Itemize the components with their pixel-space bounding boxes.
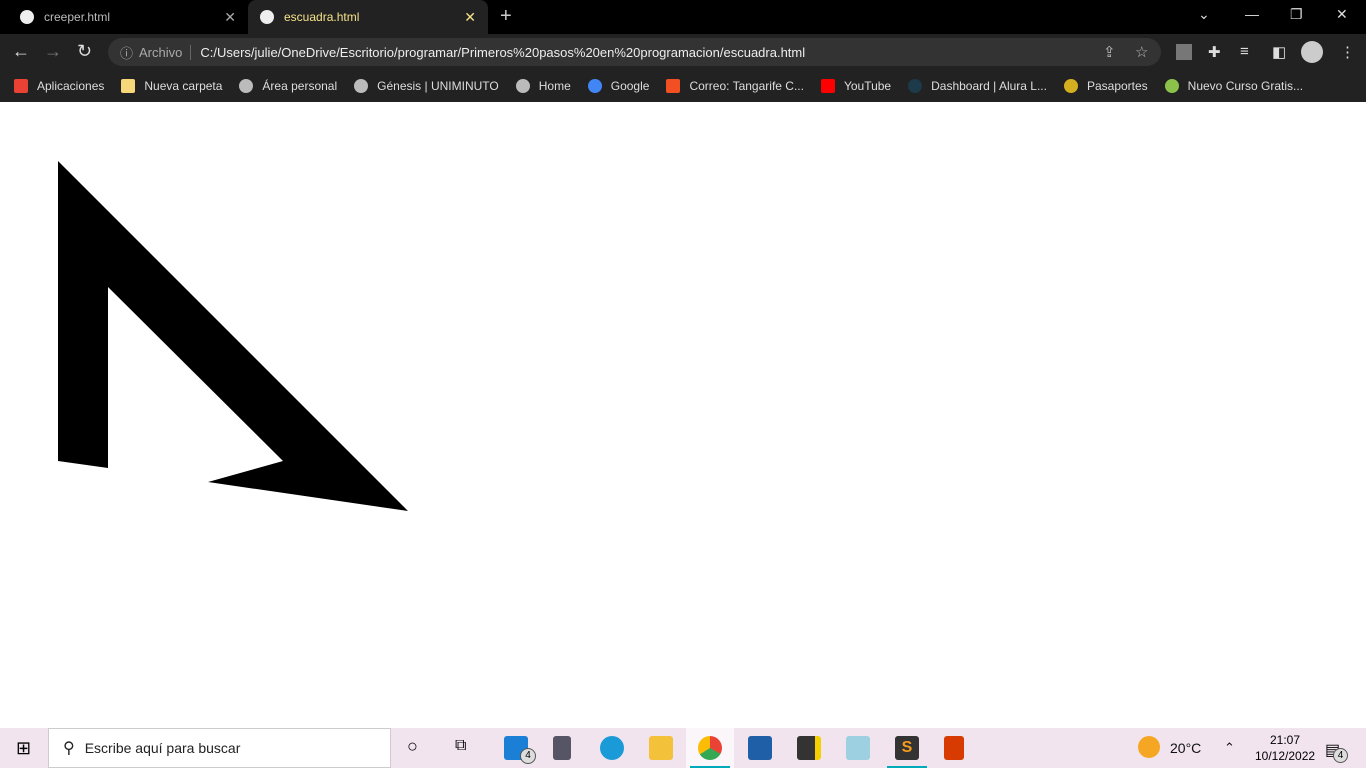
minimize-button[interactable]: — <box>1245 6 1259 22</box>
media-control-icon[interactable]: ≡ <box>1240 43 1249 60</box>
bookmark-item[interactable]: Dashboard | Alura L... <box>908 79 1047 93</box>
globe-icon <box>239 79 254 93</box>
search-placeholder: Escribe aquí para buscar <box>84 740 241 756</box>
bookmark-item[interactable]: Nueva carpeta <box>121 79 222 93</box>
set-square-shape <box>58 161 408 511</box>
notification-badge: 4 <box>1333 748 1348 763</box>
bookmark-label: Correo: Tangarife C... <box>689 79 804 93</box>
tab-title: escuadra.html <box>284 10 360 24</box>
bookmarks-bar: Aplicaciones Nueva carpeta Área personal Gé… <box>0 70 1366 102</box>
bookmark-label: Nuevo Curso Gratis... <box>1187 79 1304 93</box>
google-icon <box>587 79 602 93</box>
tab-strip: creeper.html ✕ escuadra.html ✕ + ⌄ — ❐ ✕ <box>0 0 1366 34</box>
file-explorer-icon[interactable] <box>649 736 673 760</box>
bookmark-label: Génesis | UNIMINUTO <box>377 79 499 93</box>
time: 21:07 <box>1269 733 1301 747</box>
task-view-icon[interactable]: ⧉ <box>455 737 466 755</box>
close-tab-icon[interactable]: ✕ <box>464 9 476 26</box>
bookmark-label: Nueva carpeta <box>144 79 223 93</box>
extension-icon[interactable] <box>1176 44 1192 60</box>
url-text[interactable]: C:/Users/julie/OneDrive/Escritorio/progr… <box>200 45 805 60</box>
mail-badge: 4 <box>520 748 536 764</box>
windows-start-icon[interactable]: ⊞ <box>16 738 31 759</box>
youtube-icon <box>820 79 835 93</box>
show-hidden-icons-chevron[interactable]: ⌃ <box>1224 728 1235 768</box>
address-bar[interactable]: ⓘ Archivo C:/Users/julie/OneDrive/Escrit… <box>108 38 1161 66</box>
tab-search-icon[interactable]: ⌄ <box>1198 6 1210 23</box>
tab-escuadra[interactable]: escuadra.html ✕ <box>248 0 488 34</box>
browser-toolbar: ← → ↻ ⓘ Archivo C:/Users/julie/OneDrive/… <box>0 34 1366 70</box>
sticky-notes-icon[interactable] <box>797 736 821 760</box>
edge-icon[interactable] <box>600 736 624 760</box>
taskbar: ⊞ ⚲ Escribe aquí para buscar ○ ⧉ 4 S 20°… <box>0 728 1366 768</box>
globe-icon <box>354 79 369 93</box>
menu-icon[interactable]: ⋮ <box>1340 43 1355 61</box>
bookmark-star-icon[interactable]: ☆ <box>1135 43 1148 61</box>
forward-button[interactable]: → <box>44 41 62 62</box>
shield-icon <box>1063 79 1078 93</box>
bookmark-label: Home <box>538 79 571 93</box>
clock[interactable]: 21:07 10/12/2022 <box>1255 732 1315 764</box>
reload-button[interactable]: ↻ <box>77 41 92 62</box>
taskbar-search-box[interactable]: ⚲ Escribe aquí para buscar <box>48 728 391 768</box>
back-button[interactable]: ← <box>12 41 30 62</box>
microsoft-icon <box>666 79 681 93</box>
globe-icon <box>515 79 530 93</box>
bookmark-item[interactable]: Correo: Tangarife C... <box>666 79 804 93</box>
weather-temp[interactable]: 20°C <box>1170 728 1201 768</box>
extensions-puzzle-icon[interactable]: ✚ <box>1208 43 1221 61</box>
sublime-text-icon[interactable]: S <box>895 736 919 760</box>
alura-icon <box>908 79 923 93</box>
side-panel-icon[interactable]: ◧ <box>1272 43 1286 61</box>
globe-icon <box>20 10 34 24</box>
diamond-icon <box>1164 79 1179 93</box>
bookmark-item[interactable]: YouTube <box>820 79 892 93</box>
date: 10/12/2022 <box>1255 749 1316 763</box>
search-icon: ⚲ <box>63 740 75 757</box>
info-icon[interactable]: ⓘ <box>120 43 133 62</box>
bookmark-item[interactable]: Nuevo Curso Gratis... <box>1164 79 1304 93</box>
tab-creeper[interactable]: creeper.html ✕ <box>8 0 248 34</box>
restore-button[interactable]: ❐ <box>1290 6 1303 23</box>
close-tab-icon[interactable]: ✕ <box>224 9 236 26</box>
share-icon[interactable]: ⇪ <box>1103 43 1116 61</box>
bookmark-label: Dashboard | Alura L... <box>931 79 1047 93</box>
tab-title: creeper.html <box>44 10 111 24</box>
profile-avatar[interactable] <box>1301 41 1323 63</box>
bookmark-label: Área personal <box>262 79 338 93</box>
cortana-icon[interactable]: ○ <box>407 736 418 757</box>
canvas <box>58 161 408 511</box>
calculator-icon[interactable] <box>553 736 571 760</box>
chrome-icon[interactable] <box>698 736 722 760</box>
close-window-button[interactable]: ✕ <box>1336 6 1348 23</box>
bookmark-item[interactable]: Génesis | UNIMINUTO <box>354 79 499 93</box>
bookmark-label: Pasaportes <box>1086 79 1148 93</box>
apps-grid-icon <box>14 79 28 93</box>
office-icon[interactable] <box>944 736 964 760</box>
bookmark-item[interactable]: Aplicaciones <box>14 79 104 93</box>
bookmark-label: Google <box>610 79 650 93</box>
page-content <box>0 102 1366 728</box>
bookmark-item[interactable]: Google <box>587 79 650 93</box>
store-icon[interactable] <box>748 736 772 760</box>
notepad-icon[interactable] <box>846 736 870 760</box>
bookmark-label: Aplicaciones <box>37 79 105 93</box>
bookmark-item[interactable]: Pasaportes <box>1063 79 1148 93</box>
bookmark-label: YouTube <box>843 79 892 93</box>
bookmark-item[interactable]: Home <box>515 79 571 93</box>
folder-icon <box>121 79 136 93</box>
globe-icon <box>260 10 274 24</box>
weather-icon[interactable] <box>1138 736 1160 758</box>
bookmark-item[interactable]: Área personal <box>239 79 337 93</box>
new-tab-button[interactable]: + <box>500 5 512 28</box>
security-label: Archivo <box>139 44 192 60</box>
